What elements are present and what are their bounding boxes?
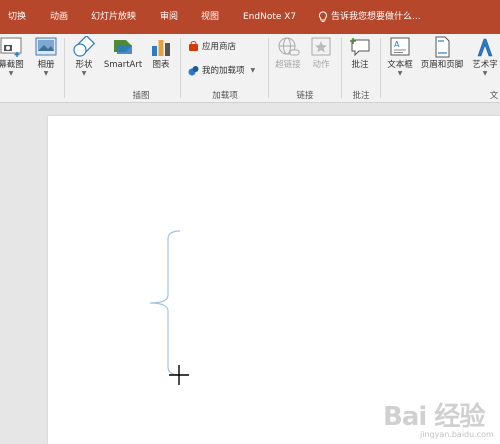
hyperlink-label: 超链接 (275, 60, 301, 70)
store-button[interactable]: 应用商店 (188, 40, 236, 52)
chart-button[interactable]: 图表 (148, 36, 174, 70)
star-action-icon (311, 37, 331, 56)
tab-view[interactable]: 视图 (201, 0, 219, 34)
action-label: 动作 (312, 60, 330, 70)
hyperlink-button[interactable]: 超链接 (272, 36, 304, 70)
comment-icon (350, 38, 370, 57)
store-label: 应用商店 (202, 42, 237, 52)
screenshot-label: 幕截图 (0, 60, 24, 70)
watermark-logo: Bai 经验 (383, 402, 485, 432)
group-separator (180, 38, 181, 98)
tab-review[interactable]: 审阅 (160, 0, 178, 34)
slide-canvas[interactable] (48, 116, 500, 444)
chevron-down-icon: ▼ (81, 70, 87, 77)
left-brace-shape[interactable] (146, 229, 186, 379)
group-label-text: 文 (489, 91, 499, 101)
textbox-label: 文本框 (387, 60, 413, 70)
shapes-icon (73, 36, 96, 57)
comment-button[interactable]: 批注 (346, 36, 374, 70)
group-separator (380, 38, 381, 98)
group-separator (64, 38, 65, 98)
smartart-button[interactable]: SmartArt (101, 36, 145, 70)
header-footer-icon (435, 36, 450, 58)
wordart-label: 艺术字 (472, 60, 498, 70)
chevron-down-icon: ▼ (250, 66, 256, 74)
my-addins-button[interactable]: 我的加载项 ▼ (188, 64, 255, 76)
editing-workspace (0, 103, 500, 444)
group-label-illustrations: 插图 (132, 91, 150, 101)
screenshot-icon (0, 37, 22, 57)
my-addins-label: 我的加载项 (202, 66, 245, 76)
chevron-down-icon: ▼ (43, 70, 49, 77)
smartart-label: SmartArt (103, 60, 143, 70)
tab-endnote[interactable]: EndNote X7 (243, 0, 296, 34)
group-label-links: 链接 (296, 91, 314, 101)
store-icon (189, 40, 198, 51)
svg-text:A: A (394, 40, 400, 49)
textbox-button[interactable]: A 文本框 ▼ (385, 36, 415, 77)
group-separator (268, 38, 269, 98)
crosshair-cursor-icon (169, 365, 189, 385)
smartart-icon (114, 40, 132, 54)
header-footer-label: 页眉和页脚 (420, 60, 464, 70)
wordart-icon (477, 38, 493, 57)
addins-icon (188, 65, 199, 75)
group-label-comments: 批注 (352, 91, 370, 101)
tell-me-search[interactable]: 告诉我您想要做什么... (318, 0, 421, 34)
shapes-label: 形状 (75, 60, 93, 70)
globe-link-icon (278, 37, 300, 56)
photo-album-button[interactable]: 相册 ▼ (32, 36, 60, 77)
chevron-down-icon: ▼ (397, 70, 403, 77)
photo-album-icon (35, 37, 57, 56)
shapes-button[interactable]: 形状 ▼ (70, 36, 98, 77)
ribbon: 幕截图 ▼ 相册 ▼ 形状 ▼ SmartArt 图表 插图 应用商店 我的加载… (0, 34, 500, 103)
tab-slideshow[interactable]: 幻灯片放映 (91, 0, 136, 34)
screenshot-button[interactable]: 幕截图 ▼ (0, 36, 28, 77)
photo-album-label: 相册 (37, 60, 55, 70)
header-footer-button[interactable]: 页眉和页脚 (416, 36, 468, 70)
lightbulb-icon (318, 11, 328, 22)
watermark-url: jingyan.baidu.com (420, 430, 494, 439)
tab-transitions[interactable]: 切换 (8, 0, 26, 34)
group-label-addins: 加载项 (212, 91, 238, 101)
ribbon-tab-bar: 切换 动画 幻灯片放映 审阅 视图 EndNote X7 告诉我您想要做什么..… (0, 0, 500, 34)
chevron-down-icon: ▼ (482, 70, 488, 77)
comment-label: 批注 (351, 60, 369, 70)
textbox-icon: A (390, 37, 410, 56)
chart-label: 图表 (152, 60, 170, 70)
tell-me-text: 告诉我您想要做什么... (331, 12, 421, 22)
tab-animations[interactable]: 动画 (50, 0, 68, 34)
action-button[interactable]: 动作 (307, 36, 335, 70)
wordart-button[interactable]: 艺术字 ▼ (468, 36, 500, 77)
chevron-down-icon: ▼ (8, 70, 14, 77)
bar-chart-icon (152, 40, 170, 56)
